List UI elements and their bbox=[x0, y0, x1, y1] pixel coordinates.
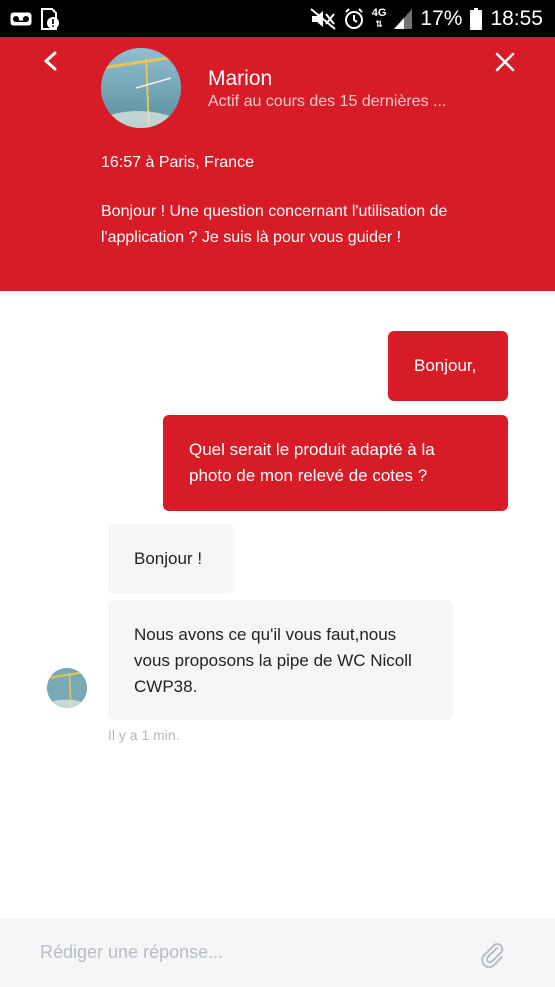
battery-percent: 17% bbox=[420, 7, 463, 30]
close-icon bbox=[495, 52, 515, 72]
attach-button[interactable] bbox=[478, 940, 506, 968]
reply-composer bbox=[0, 918, 555, 987]
agent-local-time: 16:57 à Paris, France bbox=[101, 154, 254, 171]
outgoing-message: Bonjour, bbox=[388, 331, 508, 401]
battery-icon bbox=[470, 8, 483, 30]
incoming-message: Nous avons ce qu'il vous faut,nous vous … bbox=[108, 600, 453, 720]
chat-header: Marion Actif au cours des 15 dernières .… bbox=[0, 37, 555, 291]
alarm-icon bbox=[344, 8, 363, 29]
message-text: Bonjour, bbox=[414, 356, 477, 375]
outgoing-message: Quel serait le produit adapté à la photo… bbox=[163, 415, 508, 511]
mute-icon bbox=[310, 8, 336, 30]
agent-avatar-small bbox=[47, 668, 87, 708]
message-text: Nous avons ce qu'il vous faut,nous vous … bbox=[134, 625, 412, 696]
agent-photo bbox=[47, 668, 87, 708]
incoming-message: Bonjour ! bbox=[108, 524, 234, 594]
status-bar: 4G ⇅ 17% 18:55 bbox=[0, 0, 555, 37]
paperclip-icon bbox=[481, 943, 504, 968]
message-timestamp: Il y a 1 min. bbox=[108, 727, 180, 743]
message-text: Quel serait le produit adapté à la photo… bbox=[189, 440, 435, 485]
network-type-label: 4G bbox=[371, 7, 387, 19]
message-text: Bonjour ! bbox=[134, 549, 203, 568]
chevron-left-icon bbox=[44, 51, 57, 71]
clock: 18:55 bbox=[490, 7, 543, 30]
welcome-message: Bonjour ! Une question concernant l'util… bbox=[101, 203, 448, 246]
agent-avatar bbox=[101, 48, 181, 128]
signal-icon bbox=[394, 9, 413, 29]
agent-status: Actif au cours des 15 dernières ... bbox=[208, 93, 447, 110]
back-button[interactable] bbox=[36, 47, 66, 77]
agent-photo bbox=[101, 48, 181, 128]
reply-input[interactable] bbox=[30, 932, 470, 972]
voicemail-icon bbox=[10, 12, 32, 26]
close-button[interactable] bbox=[490, 47, 520, 77]
sim-alert-icon bbox=[41, 8, 59, 30]
agent-name: Marion bbox=[208, 67, 273, 90]
